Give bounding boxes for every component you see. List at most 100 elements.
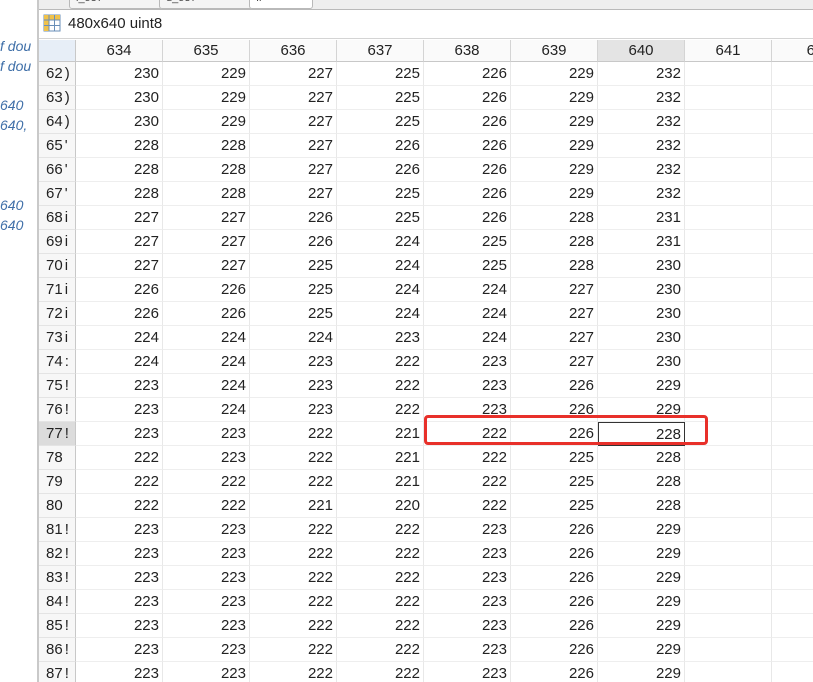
grid-cell[interactable]: 223 <box>163 422 250 446</box>
grid-cell[interactable]: 222 <box>250 470 337 494</box>
grid-cell[interactable]: 228 <box>163 134 250 158</box>
grid-cell[interactable]: 230 <box>76 110 163 134</box>
grid-cell[interactable]: 223 <box>424 590 511 614</box>
grid-cell[interactable]: 223 <box>76 518 163 542</box>
grid-cell[interactable]: 225 <box>511 494 598 518</box>
grid-cell[interactable]: 232 <box>598 158 685 182</box>
grid-cell[interactable]: 227 <box>250 86 337 110</box>
grid-cell[interactable]: 222 <box>424 494 511 518</box>
grid-cell[interactable] <box>685 422 772 446</box>
row-header-67[interactable]: 67 ' <box>39 182 76 206</box>
grid-cell[interactable]: 228 <box>163 158 250 182</box>
grid-cell[interactable]: 227 <box>250 182 337 206</box>
grid-cell[interactable]: 232 <box>598 182 685 206</box>
grid-cell[interactable]: 222 <box>76 470 163 494</box>
grid-cell[interactable]: 226 <box>424 110 511 134</box>
grid-cell[interactable] <box>685 110 772 134</box>
grid-cell[interactable] <box>772 566 813 590</box>
row-header-87[interactable]: 87! <box>39 662 76 682</box>
grid-cell[interactable]: 230 <box>598 278 685 302</box>
row-header-80[interactable]: 80 <box>39 494 76 518</box>
grid-cell[interactable]: 225 <box>250 254 337 278</box>
grid-cell[interactable]: 221 <box>337 470 424 494</box>
row-header-68[interactable]: 68 i <box>39 206 76 230</box>
grid-cell[interactable]: 220 <box>337 494 424 518</box>
grid-cell[interactable]: 223 <box>250 374 337 398</box>
grid-cell[interactable] <box>772 182 813 206</box>
grid-cell[interactable]: 222 <box>250 662 337 682</box>
grid-cell[interactable]: 226 <box>250 206 337 230</box>
grid-cell[interactable]: 229 <box>511 62 598 86</box>
grid-cell[interactable]: 230 <box>598 326 685 350</box>
grid-cell[interactable] <box>685 470 772 494</box>
grid-cell[interactable]: 226 <box>511 422 598 446</box>
grid-cell[interactable]: 224 <box>337 302 424 326</box>
row-header-63[interactable]: 63) <box>39 86 76 110</box>
grid-cell[interactable]: 228 <box>598 470 685 494</box>
tab-variable[interactable]: i_537 <box>69 0 163 9</box>
row-header-81[interactable]: 81! <box>39 518 76 542</box>
grid-cell[interactable] <box>685 566 772 590</box>
grid-cell[interactable]: 232 <box>598 86 685 110</box>
grid-cell[interactable]: 222 <box>163 494 250 518</box>
grid-cell[interactable] <box>772 662 813 682</box>
grid-cell[interactable]: 223 <box>76 590 163 614</box>
grid-cell[interactable]: 222 <box>250 566 337 590</box>
grid-cell[interactable] <box>685 302 772 326</box>
grid-cell[interactable]: 223 <box>424 350 511 374</box>
grid-cell[interactable]: 223 <box>163 446 250 470</box>
grid-cell[interactable]: 229 <box>598 398 685 422</box>
row-header-85[interactable]: 85! <box>39 614 76 638</box>
grid-cell[interactable]: 229 <box>163 110 250 134</box>
grid-cell[interactable]: 232 <box>598 62 685 86</box>
grid-cell[interactable]: 222 <box>337 638 424 662</box>
grid-cell[interactable]: 225 <box>511 470 598 494</box>
grid-cell[interactable] <box>685 542 772 566</box>
grid-cell[interactable]: 223 <box>76 638 163 662</box>
grid-cell[interactable]: 223 <box>424 638 511 662</box>
variable-editor-grid[interactable]: 63463563663763863964064164 62)2302292272… <box>39 40 813 682</box>
grid-cell[interactable] <box>772 326 813 350</box>
grid-cell[interactable]: 226 <box>511 398 598 422</box>
grid-cell[interactable] <box>685 614 772 638</box>
grid-cell[interactable]: 223 <box>163 542 250 566</box>
grid-cell[interactable]: 228 <box>76 182 163 206</box>
grid-cell[interactable]: 222 <box>76 494 163 518</box>
active-cell[interactable]: 228 <box>598 422 685 446</box>
grid-cell[interactable]: 226 <box>424 206 511 230</box>
grid-cell[interactable]: 226 <box>511 614 598 638</box>
grid-cell[interactable] <box>685 182 772 206</box>
grid-cell[interactable]: 227 <box>250 62 337 86</box>
grid-cell[interactable]: 223 <box>76 542 163 566</box>
grid-cell[interactable] <box>772 230 813 254</box>
column-header-64[interactable]: 64 <box>772 40 813 62</box>
grid-cell[interactable]: 223 <box>76 614 163 638</box>
column-header-634[interactable]: 634 <box>76 40 163 62</box>
grid-cell[interactable]: 222 <box>424 446 511 470</box>
row-header-65[interactable]: 65 ' <box>39 134 76 158</box>
grid-cell[interactable]: 227 <box>250 134 337 158</box>
grid-cell[interactable]: 226 <box>337 134 424 158</box>
grid-cell[interactable] <box>772 614 813 638</box>
grid-cell[interactable]: 224 <box>424 326 511 350</box>
grid-cell[interactable]: 229 <box>511 134 598 158</box>
grid-cell[interactable]: 230 <box>598 254 685 278</box>
grid-cell[interactable]: 222 <box>337 542 424 566</box>
grid-cell[interactable]: 223 <box>250 350 337 374</box>
grid-cell[interactable]: 227 <box>511 278 598 302</box>
grid-cell[interactable]: 227 <box>76 206 163 230</box>
grid-cell[interactable] <box>772 446 813 470</box>
grid-cell[interactable] <box>772 590 813 614</box>
grid-cell[interactable]: 224 <box>76 350 163 374</box>
row-header-84[interactable]: 84! <box>39 590 76 614</box>
grid-cell[interactable]: 227 <box>250 110 337 134</box>
grid-cell[interactable] <box>685 62 772 86</box>
grid-cell[interactable]: 225 <box>337 110 424 134</box>
grid-cell[interactable]: 222 <box>163 470 250 494</box>
grid-cell[interactable] <box>772 398 813 422</box>
grid-cell[interactable]: 224 <box>163 374 250 398</box>
grid-cell[interactable]: 222 <box>250 422 337 446</box>
grid-cell[interactable]: 224 <box>76 326 163 350</box>
grid-cell[interactable]: 223 <box>337 326 424 350</box>
grid-cell[interactable] <box>685 518 772 542</box>
